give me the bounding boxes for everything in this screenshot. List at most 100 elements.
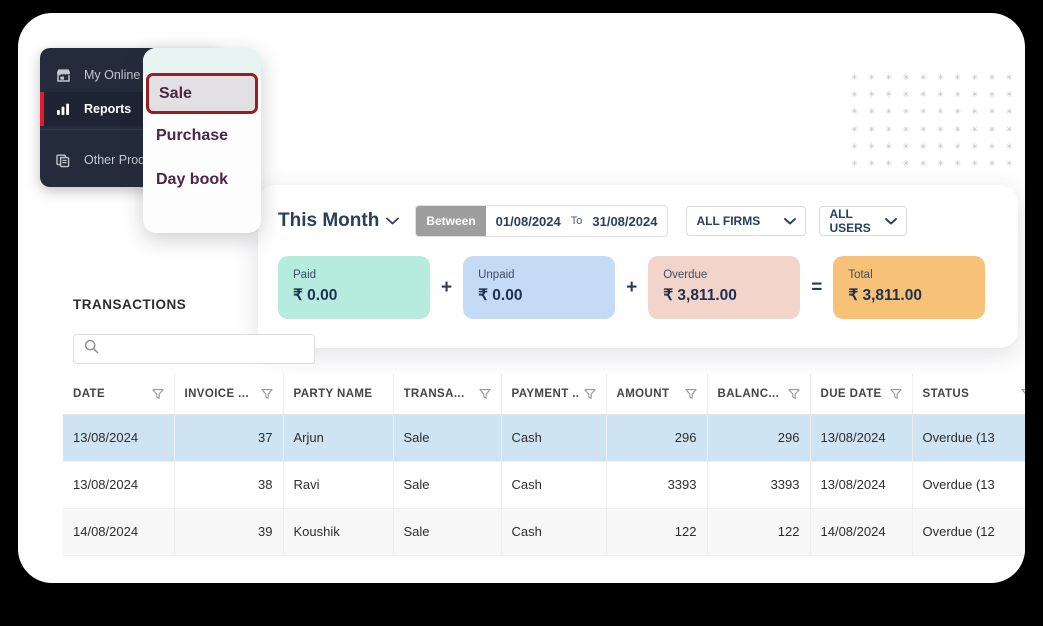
table-body: 13/08/2024 37 Arjun Sale Cash 296 296 13/08/202…: [63, 414, 1025, 556]
column-header-duedate[interactable]: DUE DATE: [810, 374, 913, 415]
cell-payment-type: Cash: [501, 461, 607, 509]
decorative-dot: ✳: [971, 73, 979, 82]
cell-balance: 3393: [707, 461, 811, 509]
documents-icon: [55, 152, 72, 169]
filter-icon[interactable]: [151, 388, 164, 400]
table-row[interactable]: 14/08/2024 39 Koushik Sale Cash 122 122 14/08/2…: [63, 508, 1025, 556]
cell-invoice: 37: [174, 414, 284, 462]
decorative-dot: ✳: [971, 124, 979, 134]
column-header-label: DUE DATE: [820, 387, 882, 400]
summary-operator: +: [626, 276, 638, 298]
column-header-partyname[interactable]: PARTY NAME: [283, 374, 394, 415]
cell-balance: 296: [707, 414, 811, 462]
column-header-label: DATE: [73, 387, 106, 400]
decorative-dot: ✳: [885, 107, 893, 117]
decorative-dot: ✳: [885, 90, 893, 100]
column-header-label: STATUS: [922, 387, 970, 400]
decorative-dot: ✳: [868, 141, 875, 151]
cell-status: Overdue (13: [912, 414, 1025, 462]
menu-item-label: Day book: [156, 171, 229, 188]
summary-tile-paid[interactable]: Paid ₹ 0.00: [278, 256, 430, 319]
menu-item-day-book[interactable]: Day book: [143, 158, 261, 202]
transactions-heading: TRANSACTIONS: [73, 297, 187, 312]
decorative-dot: ✳: [902, 124, 910, 134]
decorative-dot: ✳: [954, 141, 961, 151]
cell-due-date: 14/08/2024: [810, 508, 913, 556]
date-from-value[interactable]: 01/08/2024: [486, 214, 571, 229]
cell-payment-type: Cash: [501, 508, 607, 556]
summary-tile-unpaid[interactable]: Unpaid ₹ 0.00: [463, 256, 616, 319]
decorative-dot: ✳: [988, 159, 996, 168]
decorative-dot: ✳: [919, 73, 927, 82]
decorative-dot: ✳: [851, 124, 858, 134]
filter-icon[interactable]: [478, 388, 491, 400]
decorative-dot: ✳: [954, 107, 961, 117]
cell-transaction-type: Sale: [393, 414, 502, 462]
period-dropdown[interactable]: This Month: [278, 210, 400, 232]
decorative-dot: ✳: [1005, 124, 1013, 134]
search-input[interactable]: [107, 341, 301, 357]
period-label: This Month: [278, 210, 380, 231]
cell-party: Koushik: [283, 508, 394, 556]
column-header-transa[interactable]: TRANSA...: [393, 374, 502, 415]
cell-payment-type: Cash: [501, 414, 607, 462]
filter-row: This Month Between 01/08/2024 To 31/08/2…: [278, 205, 908, 237]
column-header-label: BALANC...: [717, 387, 780, 400]
column-header-amount[interactable]: AMOUNT: [606, 374, 708, 415]
decorative-dot: ✳: [954, 159, 961, 168]
decorative-dot: ✳: [954, 124, 961, 134]
decorative-dot: ✳: [919, 124, 927, 134]
filter-icon[interactable]: [684, 388, 697, 400]
decorative-dot: ✳: [851, 90, 858, 100]
menu-item-purchase[interactable]: Purchase: [143, 114, 261, 158]
reports-dropdown-menu: Sale Purchase Day book: [143, 48, 261, 233]
decorative-dot: ✳: [902, 141, 910, 151]
decorative-dot: ✳: [937, 159, 944, 168]
date-range-field[interactable]: Between 01/08/2024 To 31/08/2024: [415, 205, 669, 237]
cell-amount: 3393: [606, 461, 708, 509]
cell-status: Overdue (13: [912, 461, 1025, 509]
bar-chart-icon: [55, 101, 72, 118]
cell-due-date: 13/08/2024: [810, 461, 913, 509]
filter-icon[interactable]: [260, 388, 273, 400]
cell-party: Ravi: [283, 461, 394, 509]
filter-icon[interactable]: [889, 388, 902, 400]
summary-tile-overdue[interactable]: Overdue ₹ 3,811.00: [648, 256, 801, 319]
decorative-dot: ✳: [1005, 159, 1013, 168]
table-row[interactable]: 13/08/2024 38 Ravi Sale Cash 3393 3393 13/08/20…: [63, 461, 1025, 509]
column-header-status[interactable]: STATUS: [912, 374, 1025, 415]
decorative-dot: ✳: [1005, 107, 1013, 117]
date-to-value[interactable]: 31/08/2024: [582, 214, 667, 229]
column-header-invoice[interactable]: INVOICE ...: [174, 374, 284, 415]
column-header-balanc[interactable]: BALANC...: [707, 374, 811, 415]
decorative-dot: ✳: [971, 107, 979, 117]
summary-tile-total[interactable]: Total ₹ 3,811.00: [833, 256, 986, 319]
filter-icon[interactable]: [583, 388, 596, 400]
cell-transaction-type: Sale: [393, 508, 502, 556]
transactions-table: DATE INVOICE ... PARTY NAME TRANSA... PAYMEN…: [63, 374, 1025, 556]
date-to-label: To: [570, 215, 583, 227]
decorative-dot: ✳: [868, 124, 875, 134]
chevron-down-icon: [784, 217, 797, 225]
search-box[interactable]: [73, 334, 315, 364]
decorative-dot: ✳: [902, 159, 910, 168]
summary-tile-label: Unpaid: [478, 269, 515, 281]
menu-item-sale[interactable]: Sale: [146, 73, 258, 114]
column-header-payment[interactable]: PAYMENT ...: [501, 374, 607, 415]
decorative-dot: ✳: [971, 159, 979, 168]
cell-date: 13/08/2024: [63, 461, 175, 509]
summary-tile-label: Total: [848, 269, 873, 281]
summary-tile-value: ₹ 0.00: [478, 287, 523, 304]
decorative-dot: ✳: [851, 107, 858, 117]
table-row[interactable]: 13/08/2024 37 Arjun Sale Cash 296 296 13/08/202…: [63, 414, 1025, 462]
cell-balance: 122: [707, 508, 811, 556]
summary-tile-value: ₹ 3,811.00: [848, 287, 922, 304]
decorative-dot: ✳: [919, 90, 927, 100]
cell-invoice: 38: [174, 461, 284, 509]
decorative-dot: ✳: [885, 124, 893, 134]
filter-icon[interactable]: [1020, 388, 1025, 400]
column-header-date[interactable]: DATE: [63, 374, 175, 415]
users-select[interactable]: ALL USERS: [819, 206, 908, 236]
firms-select[interactable]: ALL FIRMS: [686, 206, 807, 236]
filter-icon[interactable]: [787, 388, 800, 400]
